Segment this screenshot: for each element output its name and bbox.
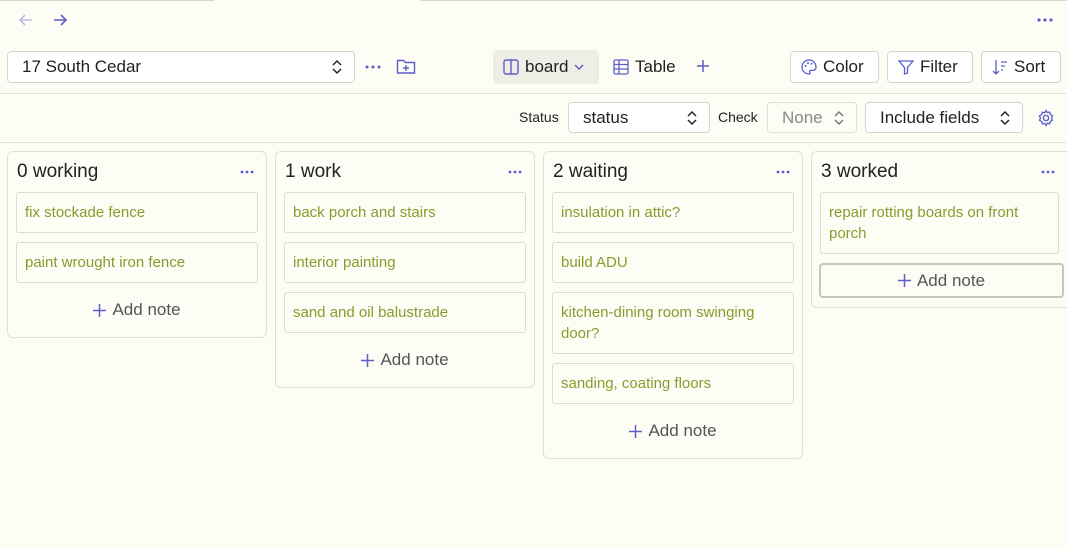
view-board-label: board	[525, 57, 569, 76]
note-card[interactable]: sanding, coating floors	[552, 363, 794, 404]
filter-button[interactable]: Filter	[887, 51, 973, 83]
gear-icon[interactable]	[1037, 109, 1055, 127]
column-header: 2 waiting	[544, 152, 802, 192]
add-note-button[interactable]: Add note	[819, 263, 1064, 298]
color-button[interactable]: Color	[790, 51, 879, 83]
status-field-select[interactable]: status	[568, 102, 710, 133]
add-note-button[interactable]: Add note	[16, 292, 258, 328]
status-field-value: status	[583, 107, 629, 127]
chevron-updown-icon	[834, 110, 844, 126]
add-note-label: Add note	[380, 350, 449, 369]
check-field-value: None	[782, 107, 823, 127]
plus-icon	[361, 353, 375, 367]
column-header: 0 working	[8, 152, 266, 192]
file-more-icon[interactable]	[365, 57, 381, 77]
column-title: 2 waiting	[553, 161, 628, 182]
add-note-button[interactable]: Add note	[552, 413, 794, 449]
palette-icon	[801, 59, 817, 75]
add-note-label: Add note	[112, 300, 181, 319]
chevron-updown-icon	[687, 110, 697, 126]
column-more-icon[interactable]	[508, 164, 522, 180]
column-header: 1 work	[276, 152, 534, 192]
add-view-icon[interactable]	[696, 59, 710, 73]
toolbar: 17 South Cedar board Table Color Filter …	[0, 50, 1067, 84]
note-card[interactable]: sand and oil balustrade	[284, 292, 526, 333]
column-more-icon[interactable]	[1041, 164, 1055, 180]
chevron-updown-icon	[332, 59, 342, 75]
view-table-button[interactable]: Table	[603, 50, 686, 84]
arrow-left-icon[interactable]	[16, 10, 36, 30]
filter-icon	[898, 59, 914, 75]
board-column: 0 working fix stockade fence paint wroug…	[7, 151, 267, 338]
column-title: 0 working	[17, 161, 99, 182]
note-card[interactable]: repair rotting boards on front porch	[820, 192, 1059, 254]
column-title: 3 worked	[821, 161, 899, 182]
column-more-icon[interactable]	[776, 164, 790, 180]
plus-icon	[93, 303, 107, 317]
status-field-label: Status	[519, 109, 559, 125]
columns-icon	[503, 59, 519, 75]
chevron-updown-icon	[1000, 110, 1010, 126]
color-label: Color	[823, 57, 864, 76]
note-card[interactable]: fix stockade fence	[16, 192, 258, 233]
board-column: 1 work back porch and stairs interior pa…	[275, 151, 535, 388]
board-column: 2 waiting insulation in attic? build ADU…	[543, 151, 803, 459]
note-card[interactable]: kitchen-dining room swinging door?	[552, 292, 794, 354]
divider	[0, 93, 1067, 94]
folder-plus-icon[interactable]	[396, 57, 416, 75]
note-card[interactable]: insulation in attic?	[552, 192, 794, 233]
divider	[0, 142, 1067, 143]
column-more-icon[interactable]	[240, 164, 254, 180]
include-fields-select[interactable]: Include fields	[865, 102, 1023, 133]
note-card[interactable]: build ADU	[552, 242, 794, 283]
column-title: 1 work	[285, 161, 341, 182]
more-options-icon[interactable]	[1037, 10, 1053, 30]
sort-icon	[992, 59, 1008, 75]
table-icon	[613, 59, 629, 75]
add-note-button[interactable]: Add note	[284, 342, 526, 378]
add-note-label: Add note	[648, 421, 717, 440]
column-header: 3 worked	[812, 152, 1067, 192]
sort-label: Sort	[1014, 57, 1046, 76]
note-card[interactable]: paint wrought iron fence	[16, 242, 258, 283]
check-field-select[interactable]: None	[767, 102, 857, 133]
note-card[interactable]: interior painting	[284, 242, 526, 283]
plus-icon	[629, 424, 643, 438]
filter-label: Filter	[920, 57, 958, 76]
view-board-button[interactable]: board	[493, 50, 599, 84]
board-settings-bar: Status status Check None Include fields	[0, 102, 1067, 133]
file-select[interactable]: 17 South Cedar	[7, 51, 355, 83]
check-field-label: Check	[718, 109, 758, 125]
tab-strip	[0, 0, 1067, 2]
history-nav	[16, 10, 70, 30]
board-column: 3 worked repair rotting boards on front …	[811, 151, 1067, 308]
column-spacer	[812, 298, 1067, 307]
file-select-value: 17 South Cedar	[22, 57, 142, 76]
plus-icon	[897, 274, 911, 287]
chevron-down-icon	[574, 64, 584, 71]
arrow-right-icon[interactable]	[50, 10, 70, 30]
note-card[interactable]: back porch and stairs	[284, 192, 526, 233]
add-note-label: Add note	[916, 270, 986, 290]
view-table-label: Table	[635, 57, 676, 76]
include-fields-value: Include fields	[880, 107, 980, 127]
sort-button[interactable]: Sort	[981, 51, 1061, 83]
